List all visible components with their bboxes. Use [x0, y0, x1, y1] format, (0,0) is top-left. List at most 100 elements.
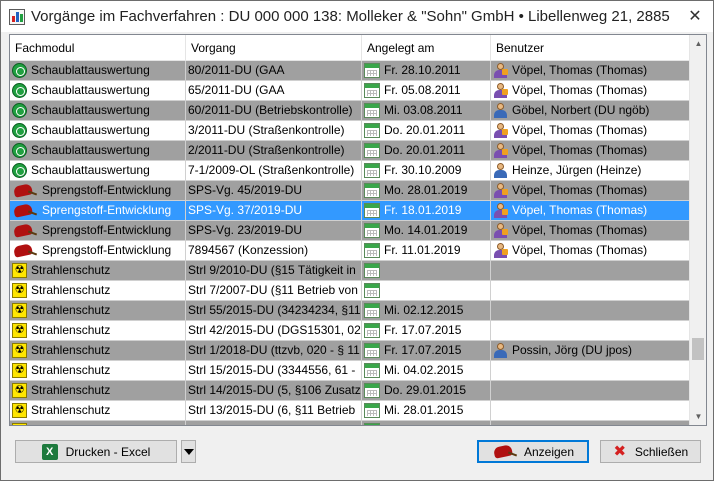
- calendar-icon: [364, 363, 380, 378]
- calendar-icon: [364, 103, 380, 118]
- cell-vorgang: 80/2011-DU (GAA: [186, 61, 362, 80]
- cell-benutzer: [491, 361, 690, 380]
- cell-fachmodul: Schaublattauswertung: [10, 61, 186, 80]
- calendar-icon: [364, 143, 380, 158]
- show-button[interactable]: Anzeigen: [477, 440, 589, 463]
- created-date: Mo. 28.01.2019: [384, 183, 468, 197]
- calendar-icon: [364, 283, 380, 298]
- cell-benutzer: Vöpel, Thomas (Thomas): [491, 81, 690, 100]
- cell-vorgang: Strl 1/2018-DU (ttzvb, 020 - § 11,: [186, 341, 362, 360]
- cell-angelegt-am: Mo. 14.01.2019: [362, 221, 491, 240]
- table-row[interactable]: ☢ Strahlenschutz Strl 9/2010-DU (§15 Tätig…: [10, 261, 690, 281]
- table-row[interactable]: ☢ Strahlenschutz Strl 15/2015-DU (3344556,…: [10, 361, 690, 381]
- created-date: Mo. 14.01.2019: [384, 223, 468, 237]
- cell-vorgang: 3/2011-DU (Straßenkontrolle): [186, 121, 362, 140]
- cell-angelegt-am: Fr. 17.07.2015: [362, 321, 491, 340]
- table-row[interactable]: Schaublattauswertung 2/2011-DU (Straßenko…: [10, 141, 690, 161]
- cell-benutzer: [491, 321, 690, 340]
- table-row[interactable]: Schaublattauswertung 7-1/2009-OL (Straßen…: [10, 161, 690, 181]
- table-row[interactable]: Schaublattauswertung 80/2011-DU (GAA Fr. 2…: [10, 61, 690, 81]
- cell-vorgang: Strl 55/2015-DU (34234234, §11: [186, 301, 362, 320]
- calendar-icon: [364, 303, 380, 318]
- app-chart-icon: [9, 8, 25, 25]
- cell-benutzer: [491, 421, 690, 425]
- cell-benutzer: [491, 401, 690, 420]
- title-bar[interactable]: Vorgänge im Fachverfahren : DU 000 000 1…: [1, 1, 713, 32]
- module-name: Strahlenschutz: [31, 343, 111, 357]
- table-row[interactable]: ☢ Strahlenschutz Strl 14/2015-DU (5, §106 …: [10, 381, 690, 401]
- close-label: Schließen: [634, 444, 689, 459]
- cell-vorgang: Strl 15/2015-DU (3344556, 61 -: [186, 361, 362, 380]
- column-header-benutzer[interactable]: Benutzer: [491, 35, 690, 61]
- print-options-dropdown-button[interactable]: [181, 440, 196, 463]
- created-date: Fr. 30.10.2009: [384, 163, 462, 177]
- cell-angelegt-am: Fr. 05.08.2011: [362, 81, 491, 100]
- table-row[interactable]: ☢ Strahlenschutz Strl 7/2007-DU (§11 Betri…: [10, 281, 690, 301]
- scroll-up-arrow-icon[interactable]: ▲: [690, 35, 706, 52]
- cell-benutzer: Göbel, Norbert (DU ngöb): [491, 101, 690, 120]
- module-name: Strahlenschutz: [31, 283, 111, 297]
- radiation-icon: ☢: [12, 323, 27, 338]
- scroll-thumb[interactable]: [692, 338, 704, 360]
- cell-fachmodul: Sprengstoff-Entwicklung: [10, 201, 186, 220]
- column-header-vorgang[interactable]: Vorgang: [186, 35, 362, 61]
- user-name: Vöpel, Thomas (Thomas): [512, 243, 648, 257]
- explosive-icon: [12, 223, 38, 238]
- cases-table: Fachmodul Vorgang Angelegt am Benutzer S…: [9, 34, 707, 426]
- case-id: SPS-Vg. 37/2019-DU: [188, 203, 303, 217]
- module-name: Sprengstoff-Entwicklung: [42, 223, 172, 237]
- user-name: Possin, Jörg (DU jpos): [512, 343, 633, 357]
- table-row[interactable]: Schaublattauswertung 60/2011-DU (Betriebs…: [10, 101, 690, 121]
- cell-benutzer: [491, 281, 690, 300]
- cell-benutzer: Vöpel, Thomas (Thomas): [491, 121, 690, 140]
- calendar-icon: [364, 323, 380, 338]
- table-row[interactable]: ☢ Strahlenschutz Strl 1/2018-DU (ttzvb, 02…: [10, 341, 690, 361]
- case-id: 7-1/2009-OL (Straßenkontrolle): [188, 163, 355, 177]
- table-row[interactable]: Sprengstoff-Entwicklung SPS-Vg. 37/2019-D…: [10, 201, 690, 221]
- user-icon: [493, 203, 508, 218]
- print-excel-button[interactable]: X Drucken - Excel: [15, 440, 177, 463]
- user-name: Vöpel, Thomas (Thomas): [512, 83, 648, 97]
- radiation-icon: ☢: [12, 383, 27, 398]
- cell-vorgang: SPS-Vg. 23/2019-DU: [186, 221, 362, 240]
- cell-angelegt-am: Do. 29.01.2015: [362, 381, 491, 400]
- case-id: Strl 42/2015-DU (DGS15301, 020: [188, 323, 361, 337]
- case-id: 7894567 (Konzession): [188, 243, 309, 257]
- cell-fachmodul: Schaublattauswertung: [10, 141, 186, 160]
- cell-benutzer: Vöpel, Thomas (Thomas): [491, 181, 690, 200]
- cell-benutzer: Heinze, Jürgen (Heinze): [491, 161, 690, 180]
- close-button[interactable]: ✖ Schließen: [600, 440, 701, 463]
- calendar-icon: [364, 423, 380, 425]
- created-date: Mi. 02.12.2015: [384, 303, 464, 317]
- created-date: Do. 20.01.2011: [384, 123, 466, 137]
- table-row[interactable]: Schaublattauswertung 3/2011-DU (Straßenko…: [10, 121, 690, 141]
- cell-vorgang: 65/2011-DU (GAA: [186, 81, 362, 100]
- vertical-scrollbar[interactable]: ▲ ▼: [689, 35, 706, 425]
- table-row[interactable]: ☢ Strahlenschutz Strl 42/2015-DU (DGS15301…: [10, 321, 690, 341]
- cell-vorgang: 60/2011-DU (Betriebskontrolle): [186, 101, 362, 120]
- scroll-down-arrow-icon[interactable]: ▼: [690, 408, 706, 425]
- table-row[interactable]: ☢ Strahlenschutz Strl 4/2015-DU (275626) 1…: [10, 421, 690, 425]
- button-bar: X Drucken - Excel Anzeigen ✖ Schließen: [1, 431, 714, 481]
- table-header: Fachmodul Vorgang Angelegt am Benutzer: [10, 35, 690, 61]
- cell-benutzer: Vöpel, Thomas (Thomas): [491, 141, 690, 160]
- column-header-fachmodul[interactable]: Fachmodul: [10, 35, 186, 61]
- created-date: Fr. 28.10.2011: [384, 63, 461, 77]
- table-row[interactable]: Schaublattauswertung 65/2011-DU (GAA Fr. 0…: [10, 81, 690, 101]
- table-row[interactable]: ☢ Strahlenschutz Strl 13/2015-DU (6, §11 B…: [10, 401, 690, 421]
- module-name: Strahlenschutz: [31, 263, 111, 277]
- cell-benutzer: Vöpel, Thomas (Thomas): [491, 221, 690, 240]
- table-row[interactable]: Sprengstoff-Entwicklung SPS-Vg. 45/2019-D…: [10, 181, 690, 201]
- cell-angelegt-am: Fr. 18.01.2019: [362, 201, 491, 220]
- green-stamp-icon: [12, 123, 27, 138]
- cell-fachmodul: ☢ Strahlenschutz: [10, 381, 186, 400]
- calendar-icon: [364, 83, 380, 98]
- table-row[interactable]: Sprengstoff-Entwicklung 7894567 (Konzessi…: [10, 241, 690, 261]
- calendar-icon: [364, 343, 380, 358]
- user-icon: [493, 183, 508, 198]
- close-window-button[interactable]: ✕: [677, 1, 713, 31]
- column-header-angelegt-am[interactable]: Angelegt am: [362, 35, 491, 61]
- table-row[interactable]: Sprengstoff-Entwicklung SPS-Vg. 23/2019-D…: [10, 221, 690, 241]
- table-row[interactable]: ☢ Strahlenschutz Strl 55/2015-DU (34234234…: [10, 301, 690, 321]
- cell-angelegt-am: Mi. 02.12.2015: [362, 301, 491, 320]
